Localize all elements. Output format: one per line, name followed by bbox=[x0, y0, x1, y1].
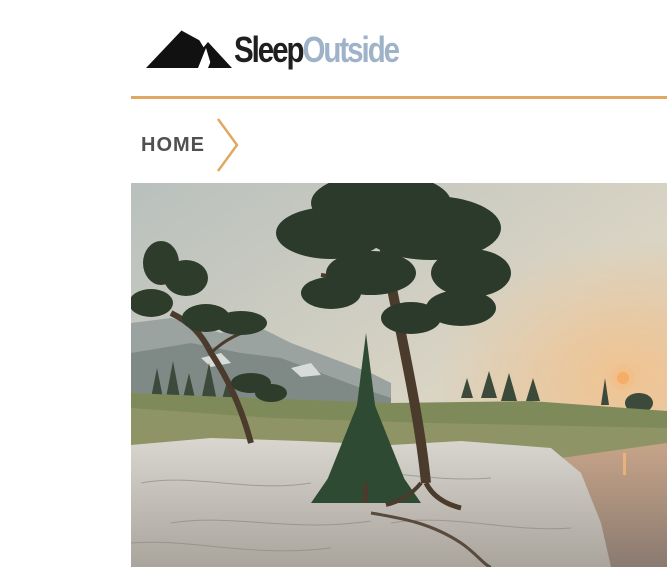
logo-text-sleep: Sleep bbox=[234, 29, 305, 70]
chevron-right-icon bbox=[216, 118, 239, 172]
hero-image bbox=[131, 183, 667, 567]
site-logo-link[interactable]: SleepOutside bbox=[146, 22, 434, 70]
landscape-photo-icon bbox=[131, 183, 667, 567]
page: SleepOutside HOME bbox=[0, 0, 667, 567]
breadcrumb-home-link[interactable]: HOME bbox=[141, 134, 205, 157]
logo-text-outside: Outside bbox=[302, 29, 401, 70]
header-divider bbox=[131, 96, 667, 99]
breadcrumb: HOME bbox=[141, 116, 241, 174]
tent-mountain-icon bbox=[146, 29, 232, 68]
logo-wordmark: SleepOutside bbox=[234, 29, 401, 70]
